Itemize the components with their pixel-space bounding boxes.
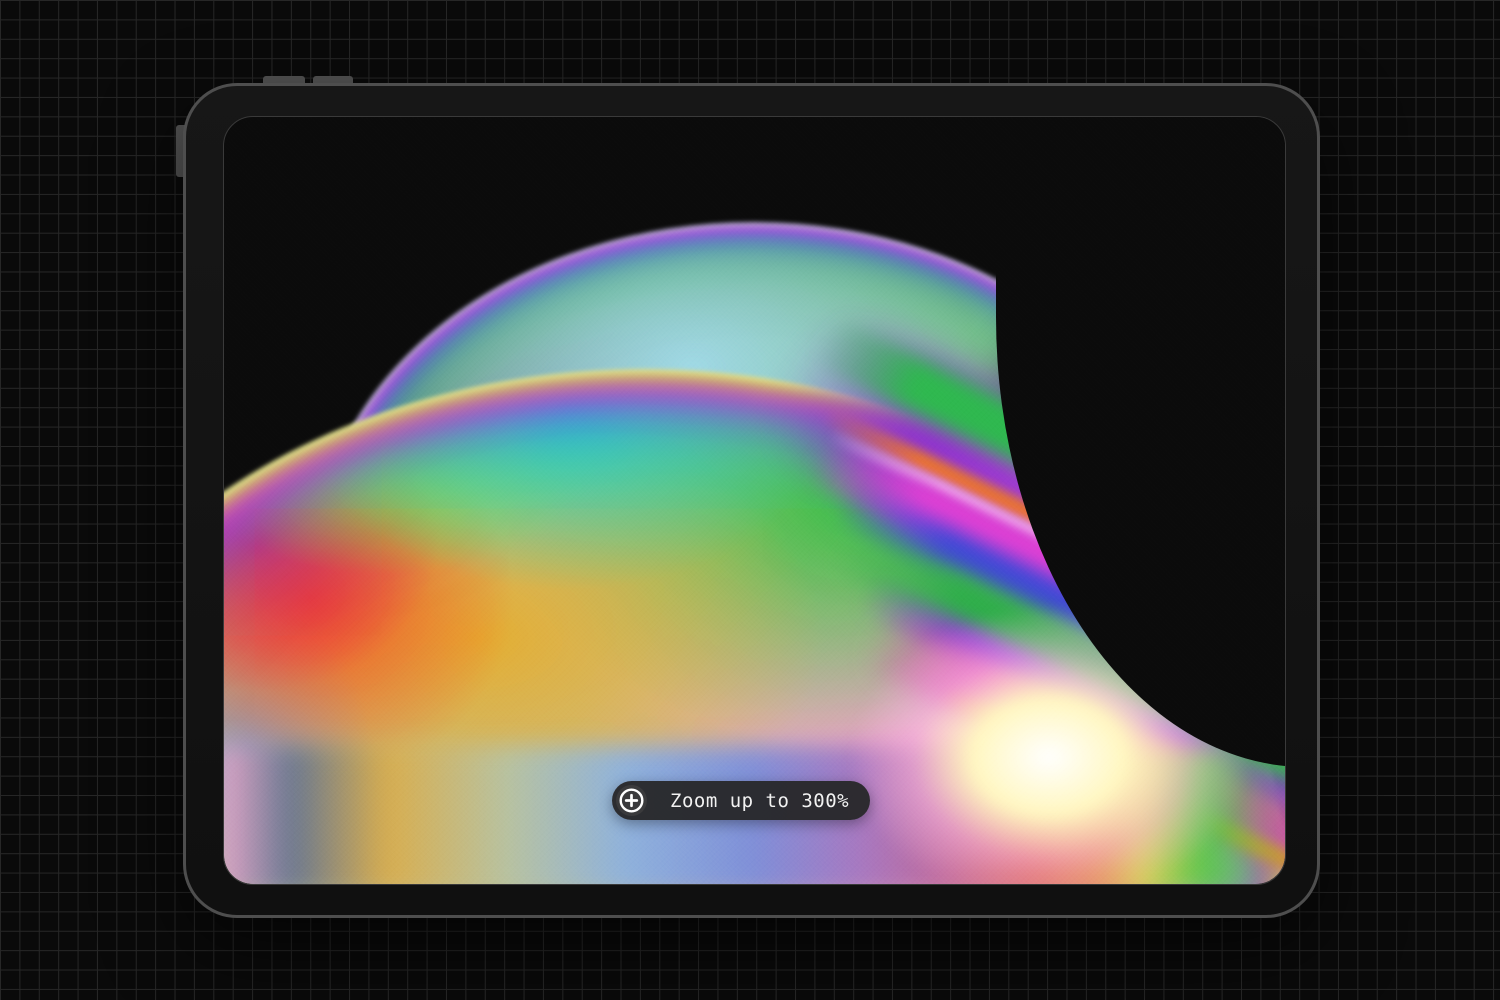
circle-plus-zoom-icon (615, 784, 648, 817)
page-background-grid: Zoom up to 300% (0, 0, 1500, 1000)
zoom-badge-label: Zoom up to 300% (670, 790, 849, 812)
tablet-screen: Zoom up to 300% (223, 116, 1286, 885)
tablet-frame: Zoom up to 300% (183, 83, 1320, 918)
holographic-artwork (224, 117, 1285, 884)
zoom-badge[interactable]: Zoom up to 300% (612, 781, 870, 820)
artwork-grain-overlay (224, 117, 1285, 884)
